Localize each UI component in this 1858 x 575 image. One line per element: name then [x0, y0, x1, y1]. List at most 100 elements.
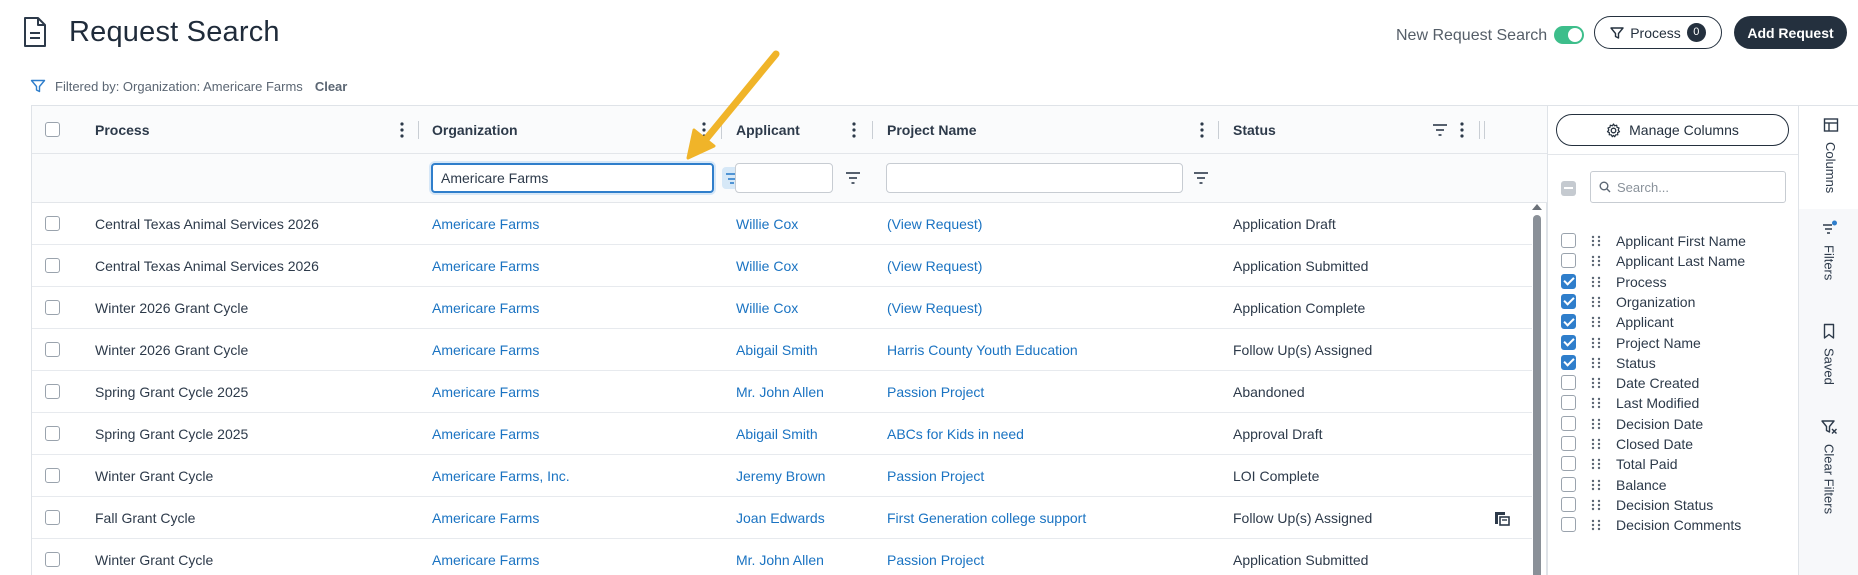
- column-option-checkbox[interactable]: [1561, 436, 1576, 451]
- drag-handle-icon[interactable]: [1590, 498, 1602, 512]
- row-checkbox[interactable]: [45, 552, 60, 567]
- column-option-checkbox[interactable]: [1561, 314, 1576, 330]
- cell-project-link[interactable]: (View Request): [887, 203, 982, 245]
- cell-organization-link[interactable]: Americare Farms: [432, 497, 539, 539]
- kebab-menu-icon[interactable]: [696, 121, 712, 139]
- cell-project-link[interactable]: Passion Project: [887, 455, 984, 497]
- column-separator[interactable]: [1218, 121, 1219, 139]
- cell-organization-link[interactable]: Americare Farms: [432, 203, 539, 245]
- cell-project-link[interactable]: First Generation college support: [887, 497, 1086, 539]
- column-filter-icon[interactable]: [1432, 123, 1448, 137]
- kebab-menu-icon[interactable]: [846, 121, 862, 139]
- cell-organization-link[interactable]: Americare Farms: [432, 539, 539, 575]
- select-all-columns-checkbox[interactable]: [1561, 181, 1576, 196]
- add-request-button[interactable]: Add Request: [1734, 16, 1847, 49]
- column-option-checkbox[interactable]: [1561, 476, 1576, 492]
- kebab-menu-icon[interactable]: [1194, 121, 1210, 139]
- drag-handle-icon[interactable]: [1590, 275, 1602, 289]
- column-separator[interactable]: [1484, 121, 1485, 139]
- scroll-up-arrow-icon[interactable]: [1532, 204, 1542, 210]
- drag-handle-icon[interactable]: [1590, 437, 1602, 451]
- column-option-checkbox[interactable]: [1561, 354, 1576, 370]
- row-checkbox[interactable]: [45, 510, 60, 525]
- table-row[interactable]: Winter Grant Cycle Americare Farms Mr. Joh…: [32, 539, 1532, 575]
- cell-organization-link[interactable]: Americare Farms: [432, 371, 539, 413]
- drag-handle-icon[interactable]: [1590, 336, 1602, 350]
- row-checkbox[interactable]: [45, 426, 60, 441]
- row-checkbox[interactable]: [45, 342, 60, 357]
- column-option-checkbox[interactable]: [1561, 456, 1576, 472]
- column-search-box[interactable]: [1590, 171, 1786, 203]
- table-row[interactable]: Winter 2026 Grant Cycle Americare Farms Ab…: [32, 329, 1532, 371]
- tab-saved[interactable]: Saved: [1799, 312, 1858, 408]
- cell-project-link[interactable]: Passion Project: [887, 371, 984, 413]
- cell-organization-link[interactable]: Americare Farms: [432, 287, 539, 329]
- row-checkbox[interactable]: [45, 216, 60, 231]
- table-row[interactable]: Spring Grant Cycle 2025 Americare Farms Ab…: [32, 413, 1532, 455]
- column-option-checkbox[interactable]: [1561, 334, 1576, 350]
- drag-handle-icon[interactable]: [1590, 417, 1602, 431]
- column-option-checkbox[interactable]: [1561, 517, 1576, 533]
- cell-applicant-link[interactable]: Mr. John Allen: [736, 539, 824, 575]
- new-request-search-toggle[interactable]: [1554, 26, 1584, 44]
- project-name-filter-input[interactable]: [886, 163, 1183, 193]
- cell-applicant-link[interactable]: Mr. John Allen: [736, 371, 824, 413]
- table-row[interactable]: Winter 2026 Grant Cycle Americare Farms Wi…: [32, 287, 1532, 329]
- drag-handle-icon[interactable]: [1590, 457, 1602, 471]
- cell-organization-link[interactable]: Americare Farms, Inc.: [432, 455, 570, 497]
- kebab-menu-icon[interactable]: [1454, 121, 1470, 139]
- column-option-checkbox[interactable]: [1561, 253, 1576, 269]
- row-checkbox[interactable]: [45, 384, 60, 399]
- drag-handle-icon[interactable]: [1590, 396, 1602, 410]
- column-separator[interactable]: [872, 121, 873, 139]
- drag-handle-icon[interactable]: [1590, 478, 1602, 492]
- column-separator[interactable]: [1479, 121, 1480, 139]
- column-option-checkbox[interactable]: [1561, 415, 1576, 431]
- table-row[interactable]: Fall Grant Cycle Americare Farms Joan Edwa…: [32, 497, 1532, 539]
- column-separator[interactable]: [418, 121, 419, 139]
- grid-vertical-scrollbar[interactable]: [1531, 203, 1543, 575]
- cell-applicant-link[interactable]: Willie Cox: [736, 203, 798, 245]
- cell-organization-link[interactable]: Americare Farms: [432, 245, 539, 287]
- drag-handle-icon[interactable]: [1590, 356, 1602, 370]
- column-search-input[interactable]: [1617, 179, 1777, 195]
- table-row[interactable]: Winter Grant Cycle Americare Farms, Inc. J…: [32, 455, 1532, 497]
- kebab-menu-icon[interactable]: [394, 121, 410, 139]
- clear-filter-link[interactable]: Clear: [315, 79, 348, 94]
- cell-applicant-link[interactable]: Abigail Smith: [736, 329, 818, 371]
- open-record-icon[interactable]: [1493, 509, 1511, 527]
- cell-applicant-link[interactable]: Willie Cox: [736, 287, 798, 329]
- row-checkbox[interactable]: [45, 300, 60, 315]
- column-header-process[interactable]: Process: [95, 106, 149, 154]
- cell-organization-link[interactable]: Americare Farms: [432, 329, 539, 371]
- tab-clear-filters[interactable]: Clear Filters: [1799, 408, 1858, 575]
- drag-handle-icon[interactable]: [1590, 376, 1602, 390]
- drag-handle-icon[interactable]: [1590, 518, 1602, 532]
- project-name-filter-button[interactable]: [1190, 167, 1212, 189]
- column-option-checkbox[interactable]: [1561, 496, 1576, 512]
- column-option-checkbox[interactable]: [1561, 395, 1576, 411]
- column-header-project-name[interactable]: Project Name: [887, 106, 976, 154]
- cell-project-link[interactable]: (View Request): [887, 287, 982, 329]
- column-option-checkbox[interactable]: [1561, 233, 1576, 248]
- drag-handle-icon[interactable]: [1590, 315, 1602, 329]
- process-filter-button[interactable]: Process 0: [1594, 16, 1722, 49]
- drag-handle-icon[interactable]: [1590, 295, 1602, 309]
- tab-columns[interactable]: Columns: [1799, 106, 1858, 209]
- cell-organization-link[interactable]: Americare Farms: [432, 413, 539, 455]
- table-row[interactable]: Spring Grant Cycle 2025 Americare Farms Mr…: [32, 371, 1532, 413]
- column-header-organization[interactable]: Organization: [432, 106, 518, 154]
- cell-applicant-link[interactable]: Willie Cox: [736, 245, 798, 287]
- tab-filters[interactable]: Filters: [1799, 209, 1858, 312]
- table-row[interactable]: Central Texas Animal Services 2026 Americ…: [32, 245, 1532, 287]
- cell-applicant-link[interactable]: Joan Edwards: [736, 497, 825, 539]
- column-header-status[interactable]: Status: [1233, 106, 1276, 154]
- scrollbar-thumb[interactable]: [1533, 215, 1541, 575]
- manage-columns-button[interactable]: Manage Columns: [1556, 114, 1789, 146]
- applicant-filter-button[interactable]: [842, 167, 864, 189]
- cell-applicant-link[interactable]: Jeremy Brown: [736, 455, 825, 497]
- column-separator[interactable]: [721, 121, 722, 139]
- table-row[interactable]: Central Texas Animal Services 2026 Americ…: [32, 203, 1532, 245]
- select-all-checkbox[interactable]: [45, 122, 60, 137]
- row-checkbox[interactable]: [45, 468, 60, 483]
